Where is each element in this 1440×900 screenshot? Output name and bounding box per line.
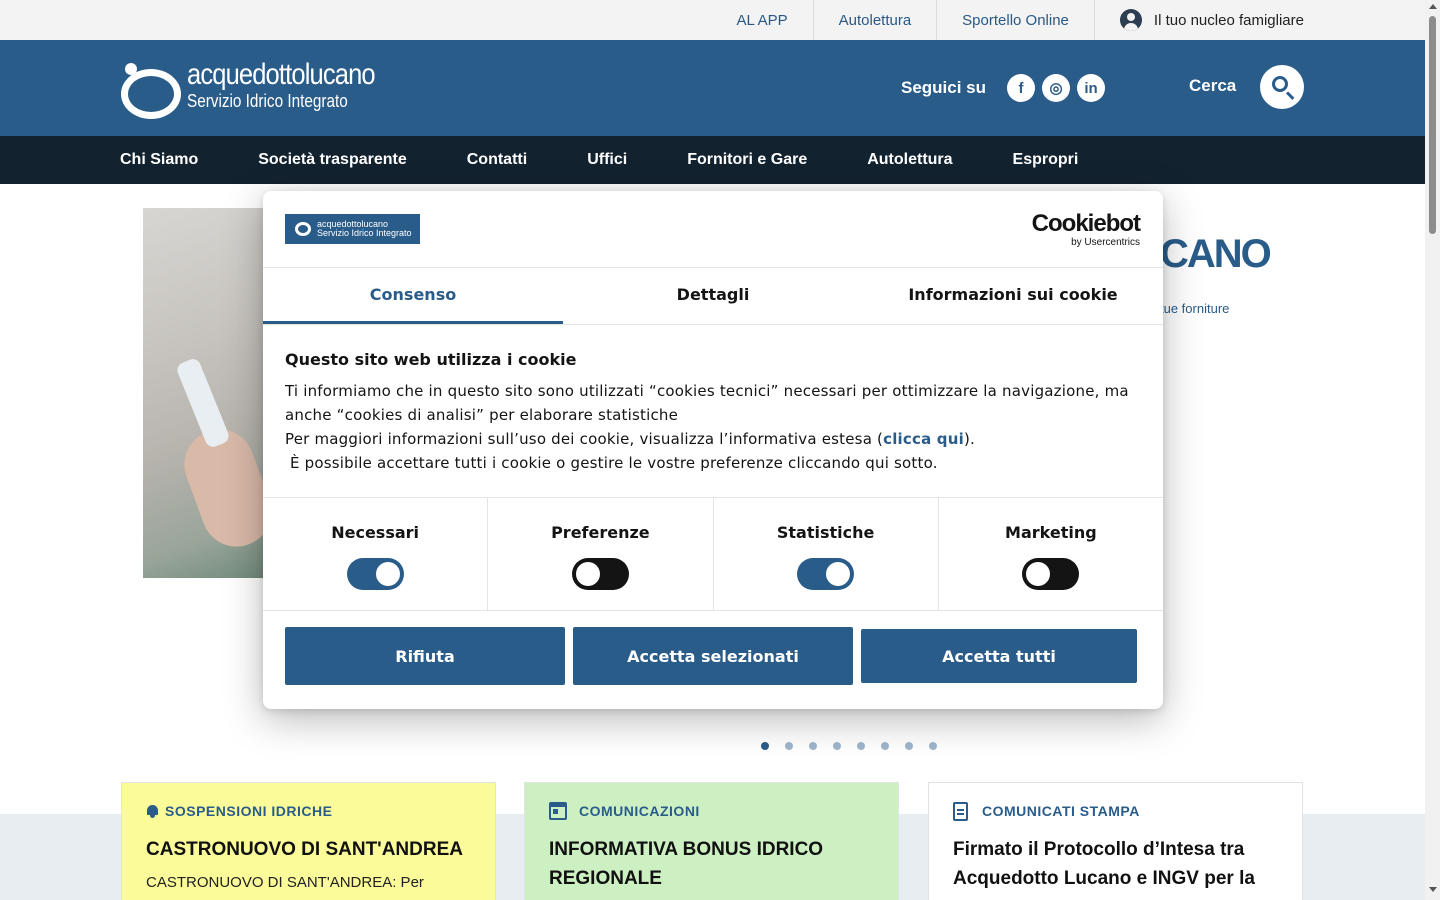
tab-dettagli[interactable]: Dettagli: [563, 268, 863, 324]
card-title[interactable]: Firmato il Protocollo d’Intesa tra Acque…: [953, 835, 1278, 893]
cookie-consent-dialog: acquedottolucano Servizio Idrico Integrat…: [263, 191, 1163, 709]
necessari-switch[interactable]: [346, 558, 404, 590]
switch-knob: [1026, 562, 1051, 586]
dialog-body-title: Questo sito web utilizza i cookie: [285, 350, 577, 369]
card-category: COMUNICATI STAMPA: [953, 801, 1278, 821]
consent-toggles: Necessari Preferenze Statistiche Marketi…: [263, 498, 1163, 611]
carousel-dot[interactable]: [905, 742, 913, 750]
dialog-site-logo: acquedottolucano Servizio Idrico Integrat…: [285, 214, 420, 244]
scroll-thumb[interactable]: [1429, 16, 1436, 234]
toggle-label: Preferenze: [551, 523, 650, 542]
hero-title: CANO: [1160, 232, 1272, 276]
toggle-group-statistiche: Statistiche: [714, 498, 939, 610]
toggle-group-necessari: Necessari: [263, 498, 489, 610]
page-scrollbar[interactable]: [1425, 0, 1440, 900]
nav-item-societa-trasparente[interactable]: Società trasparente: [258, 136, 407, 184]
news-card-comunicati-stampa[interactable]: COMUNICATI STAMPA Firmato il Protocollo …: [928, 782, 1303, 900]
hero-phone: [175, 356, 231, 450]
hero-subtitle: tue forniture: [1160, 301, 1230, 316]
carousel-dots: [761, 742, 937, 750]
news-card-comunicazioni[interactable]: COMUNICAZIONI INFORMATIVA BONUS IDRICO R…: [524, 782, 899, 900]
user-account-icon: [1119, 9, 1142, 31]
toggle-label: Statistiche: [776, 523, 875, 542]
switch-knob: [826, 562, 851, 586]
bell-icon: [146, 804, 159, 818]
logo-text: acquedottolucano Servizio Idrico Integra…: [187, 58, 408, 111]
toggle-group-marketing: Marketing: [939, 498, 1163, 610]
facebook-icon[interactable]: f: [1007, 74, 1035, 102]
search-label[interactable]: Cerca: [1189, 76, 1236, 96]
news-card-sospensioni[interactable]: SOSPENSIONI IDRICHE CASTRONUOVO DI SANT'…: [121, 782, 496, 900]
dialog-header: acquedottolucano Servizio Idrico Integrat…: [263, 191, 1163, 268]
site-header: acquedottolucano Servizio Idrico Integra…: [0, 40, 1425, 136]
card-title[interactable]: INFORMATIVA BONUS IDRICO REGIONALE: [549, 835, 874, 893]
calendar-icon: [549, 802, 567, 820]
carousel-dot[interactable]: [857, 742, 865, 750]
carousel-dot[interactable]: [833, 742, 841, 750]
search-button[interactable]: [1260, 65, 1304, 109]
reject-button[interactable]: Rifiuta: [285, 627, 565, 685]
utility-links: AL APP Autolettura Sportello Online Il t…: [711, 0, 1304, 40]
util-link-sportello[interactable]: Sportello Online: [936, 0, 1094, 40]
nav-item-chi-siamo[interactable]: Chi Siamo: [120, 136, 198, 184]
switch-knob: [575, 562, 600, 586]
dialog-tabs: Consenso Dettagli Informazioni sui cooki…: [263, 268, 1163, 325]
nav-item-fornitori-gare[interactable]: Fornitori e Gare: [687, 136, 807, 184]
card-title[interactable]: CASTRONUOVO DI SANT'ANDREA: [146, 835, 471, 864]
logo-name: acquedottolucano: [187, 58, 376, 91]
site-logo[interactable]: acquedottolucano Servizio Idrico Integra…: [121, 58, 408, 119]
carousel-dot[interactable]: [761, 742, 769, 750]
accept-all-button[interactable]: Accetta tutti: [861, 629, 1137, 683]
nav-item-espropri[interactable]: Espropri: [1013, 136, 1079, 184]
statistiche-switch[interactable]: [797, 558, 855, 590]
cookiebot-logo[interactable]: Cookiebot by Usercentrics: [1031, 210, 1141, 249]
util-link-autolettura[interactable]: Autolettura: [812, 0, 937, 40]
social-links: f ◎ in: [1007, 74, 1105, 102]
main-nav: Chi Siamo Società trasparente Contatti U…: [0, 136, 1425, 184]
user-area-link[interactable]: Il tuo nucleo famigliare: [1093, 0, 1304, 40]
preferenze-switch[interactable]: [571, 558, 629, 590]
tab-consenso[interactable]: Consenso: [263, 268, 563, 324]
user-area-label: Il tuo nucleo famigliare: [1153, 11, 1304, 29]
nav-item-contatti[interactable]: Contatti: [467, 136, 527, 184]
marketing-switch[interactable]: [1022, 558, 1080, 590]
logo-subtitle: Servizio Idrico Integrato: [187, 91, 348, 111]
card-text: CASTRONUOVO DI SANT'ANDREA: Per: [146, 874, 424, 891]
dialog-body: Questo sito web utilizza i cookie Ti inf…: [263, 325, 1163, 498]
tab-informazioni[interactable]: Informazioni sui cookie: [863, 268, 1163, 324]
switch-knob: [375, 562, 400, 586]
follow-label: Seguici su: [901, 78, 987, 97]
search-icon-handle: [1285, 91, 1295, 100]
logo-mark-icon: [295, 222, 311, 236]
utility-bar: AL APP Autolettura Sportello Online Il t…: [0, 0, 1425, 40]
nav-item-uffici[interactable]: Uffici: [587, 136, 627, 184]
hero-image: [143, 208, 273, 578]
scroll-down-arrow-icon[interactable]: [1429, 887, 1437, 892]
logo-mark-icon: [121, 63, 181, 119]
mini-logo-sub: Servizio Idrico Integrato: [317, 228, 412, 238]
privacy-policy-link[interactable]: clicca qui: [883, 430, 964, 448]
nav-item-autolettura[interactable]: Autolettura: [867, 136, 952, 184]
cookiebot-name: Cookiebot: [1031, 210, 1141, 237]
linkedin-icon[interactable]: in: [1077, 74, 1105, 102]
accept-selected-button[interactable]: Accetta selezionati: [573, 627, 853, 685]
dialog-buttons: Rifiuta Accetta selezionati Accetta tutt…: [263, 611, 1163, 685]
instagram-icon[interactable]: ◎: [1042, 74, 1070, 102]
toggle-group-preferenze: Preferenze: [488, 498, 714, 610]
document-icon: [953, 801, 968, 821]
carousel-dot[interactable]: [881, 742, 889, 750]
scroll-up-arrow-icon[interactable]: [1429, 4, 1437, 9]
card-category: COMUNICAZIONI: [549, 802, 874, 820]
dialog-body-text: Ti informiamo che in questo sito sono ut…: [285, 382, 1129, 472]
cookiebot-by: by Usercentrics: [1071, 237, 1140, 248]
carousel-dot[interactable]: [809, 742, 817, 750]
carousel-dot[interactable]: [929, 742, 937, 750]
toggle-label: Necessari: [331, 523, 420, 542]
carousel-dot[interactable]: [785, 742, 793, 750]
toggle-label: Marketing: [1005, 523, 1097, 542]
card-category: SOSPENSIONI IDRICHE: [146, 803, 471, 819]
util-link-app[interactable]: AL APP: [711, 0, 812, 40]
search-icon: [1272, 76, 1288, 92]
